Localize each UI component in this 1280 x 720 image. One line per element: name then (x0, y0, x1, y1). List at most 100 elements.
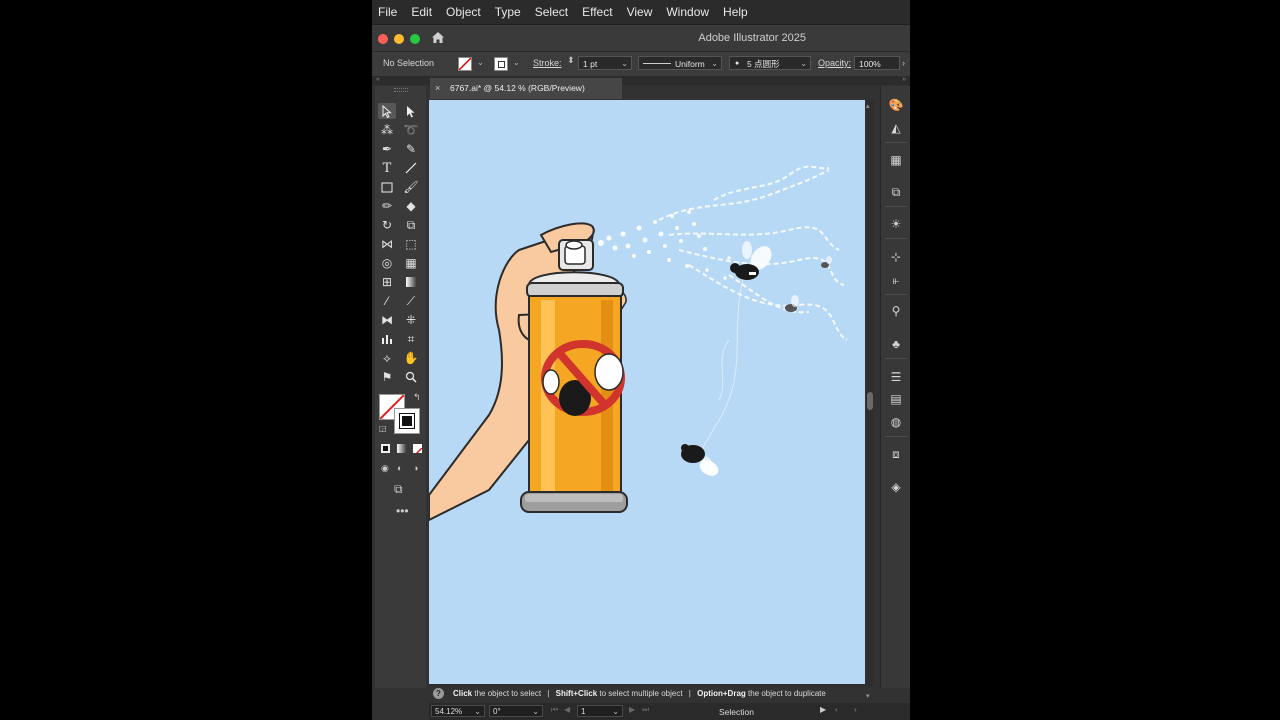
close-window-button[interactable] (378, 34, 388, 44)
swap-fill-stroke-icon[interactable]: ↰ (413, 392, 421, 403)
rotate-tool-icon[interactable]: ↻ (378, 217, 396, 233)
symbol-sprayer-tool-icon[interactable]: ⁜ (402, 312, 420, 328)
previous-artboard-icon[interactable]: ◀ (564, 705, 570, 714)
toolbar-grip[interactable] (394, 88, 408, 92)
line-segment-tool-icon[interactable] (402, 160, 420, 176)
layers-panel-icon[interactable]: ◈ (889, 480, 903, 494)
puppet-panel-icon[interactable]: ⚲ (889, 304, 903, 318)
color-panel-icon[interactable]: 🎨 (889, 98, 904, 112)
pencil-tool-icon[interactable]: ✏ (378, 198, 396, 214)
measure-tool-icon[interactable]: ⟋ (402, 293, 420, 309)
scroll-down-icon[interactable]: ▾ (866, 692, 870, 700)
zoom-tool-icon[interactable] (402, 369, 420, 385)
status-menu-icon[interactable]: ▶ (820, 705, 826, 714)
rectangle-tool-icon[interactable] (378, 179, 396, 195)
stroke-panel-icon[interactable]: ☰ (889, 370, 903, 384)
stroke-profile-select[interactable]: Uniform ⌄ (638, 56, 722, 70)
slice-tool-icon[interactable]: ⟡ (378, 350, 396, 366)
collapse-right-icon[interactable]: » (902, 76, 906, 83)
blend-tool-icon[interactable]: ⧓ (378, 312, 396, 328)
transparency-panel-icon[interactable]: ◍ (889, 415, 903, 429)
opacity-field[interactable]: 100% (854, 56, 900, 70)
rotation-field[interactable]: 0° ⌄ (489, 705, 543, 717)
screen-mode-icon[interactable]: ⧉ (394, 482, 403, 497)
type-tool-icon[interactable]: T (378, 160, 396, 176)
last-artboard-icon[interactable]: ⏭ (642, 705, 649, 715)
help-icon[interactable]: ? (433, 688, 444, 699)
hand-tool-icon[interactable]: ✋ (402, 350, 420, 366)
minimize-window-button[interactable] (394, 34, 404, 44)
brush-select[interactable]: ● 5 点圆形 ⌄ (729, 56, 811, 70)
default-fill-stroke-icon[interactable]: ◲ (379, 424, 387, 433)
stroke-stepper-icon[interactable]: ⬍ (567, 55, 575, 66)
stroke-weight-field[interactable]: 1 pt ⌄ (578, 56, 632, 70)
direct-selection-tool-icon[interactable] (402, 103, 420, 119)
menu-type[interactable]: Type (489, 5, 529, 19)
stroke-dropdown-chevron-icon[interactable]: ⌄ (513, 58, 520, 67)
color-guide-panel-icon[interactable]: ◭ (889, 121, 903, 135)
document-tab[interactable]: × 6767.ai* @ 54.12 % (RGB/Preview) (430, 78, 622, 99)
control-bar-overflow-icon[interactable]: › (902, 58, 905, 68)
artboard[interactable] (429, 100, 865, 684)
perspective-grid-tool-icon[interactable]: ▦ (402, 255, 420, 271)
puppet-warp-tool-icon[interactable]: ⚑ (378, 369, 396, 385)
eyedropper-tool-icon[interactable]: ⁄ (378, 293, 396, 309)
gradient-panel-icon[interactable]: ▤ (889, 392, 903, 406)
scale-tool-icon[interactable]: ⧉ (402, 217, 420, 233)
next-artboard-icon[interactable]: ▶ (629, 705, 635, 714)
draw-mode-icon[interactable]: ◉ (381, 463, 389, 474)
pen-tool-icon[interactable]: ✒ (378, 141, 396, 157)
zoom-window-button[interactable] (410, 34, 420, 44)
menu-window[interactable]: Window (660, 5, 717, 19)
align-panel-icon[interactable]: ⫦ (889, 273, 903, 287)
transform-panel-icon[interactable]: ⊹ (889, 250, 903, 264)
home-icon[interactable] (431, 31, 445, 44)
zoom-level-field[interactable]: 54.12% ⌄ (431, 705, 485, 717)
menu-view[interactable]: View (621, 5, 661, 19)
mesh-tool-icon[interactable]: ⊞ (378, 274, 396, 290)
appearance-panel-icon[interactable]: ☀ (889, 217, 903, 231)
first-artboard-icon[interactable]: ⏮ (551, 705, 558, 715)
symbols-panel-icon[interactable]: ♣ (889, 337, 903, 351)
menu-help[interactable]: Help (717, 5, 756, 19)
menu-file[interactable]: File (372, 5, 405, 19)
edit-toolbar-icon[interactable]: ••• (396, 504, 409, 518)
swatches-panel-icon[interactable]: ▦ (889, 153, 903, 167)
draw-behind-icon[interactable]: ◐ (397, 463, 402, 473)
menu-effect[interactable]: Effect (576, 5, 620, 19)
magic-wand-tool-icon[interactable]: ⁂ (378, 122, 396, 138)
close-document-icon[interactable]: × (435, 83, 440, 93)
canvas-area[interactable] (429, 100, 865, 686)
collapse-left-icon[interactable]: « (376, 76, 380, 83)
menu-object[interactable]: Object (440, 5, 489, 19)
gradient-mode-button[interactable] (397, 444, 406, 453)
stroke-color-swatch[interactable] (394, 408, 420, 434)
artboard-tool-icon[interactable]: ⌗ (402, 331, 420, 347)
lasso-tool-icon[interactable]: ➰ (402, 122, 420, 138)
scroll-right-icon[interactable]: › (854, 705, 857, 714)
stroke-swatch[interactable] (494, 57, 508, 71)
opacity-label[interactable]: Opacity: (818, 58, 851, 68)
menu-select[interactable]: Select (529, 5, 576, 19)
brushes-panel-icon[interactable]: ⧉ (889, 185, 903, 199)
color-mode-button[interactable] (381, 444, 390, 453)
artboards-panel-icon[interactable]: ⧈ (889, 447, 903, 461)
scroll-left-icon[interactable]: ‹ (835, 705, 838, 714)
artboard-number-field[interactable]: 1 ⌄ (577, 705, 623, 717)
fill-swatch[interactable] (458, 57, 472, 71)
column-graph-tool-icon[interactable] (378, 331, 396, 347)
vertical-scroll-thumb[interactable] (867, 392, 873, 410)
gradient-tool-icon[interactable] (402, 274, 420, 290)
fill-dropdown-chevron-icon[interactable]: ⌄ (477, 58, 484, 67)
none-mode-button[interactable] (413, 444, 422, 453)
paintbrush-tool-icon[interactable]: 🖌 (402, 179, 420, 195)
selection-tool-icon[interactable] (378, 103, 396, 119)
bug-spray-illustration[interactable] (429, 100, 865, 684)
vertical-scrollbar[interactable]: ▴ ▾ (866, 100, 874, 700)
eraser-tool-icon[interactable]: ◆ (402, 198, 420, 214)
stroke-label[interactable]: Stroke: (533, 58, 562, 68)
free-transform-tool-icon[interactable]: ⬚ (402, 236, 420, 252)
draw-inside-icon[interactable]: ◑ (413, 463, 418, 473)
scroll-up-icon[interactable]: ▴ (866, 102, 870, 110)
shape-builder-tool-icon[interactable]: ◎ (378, 255, 396, 271)
